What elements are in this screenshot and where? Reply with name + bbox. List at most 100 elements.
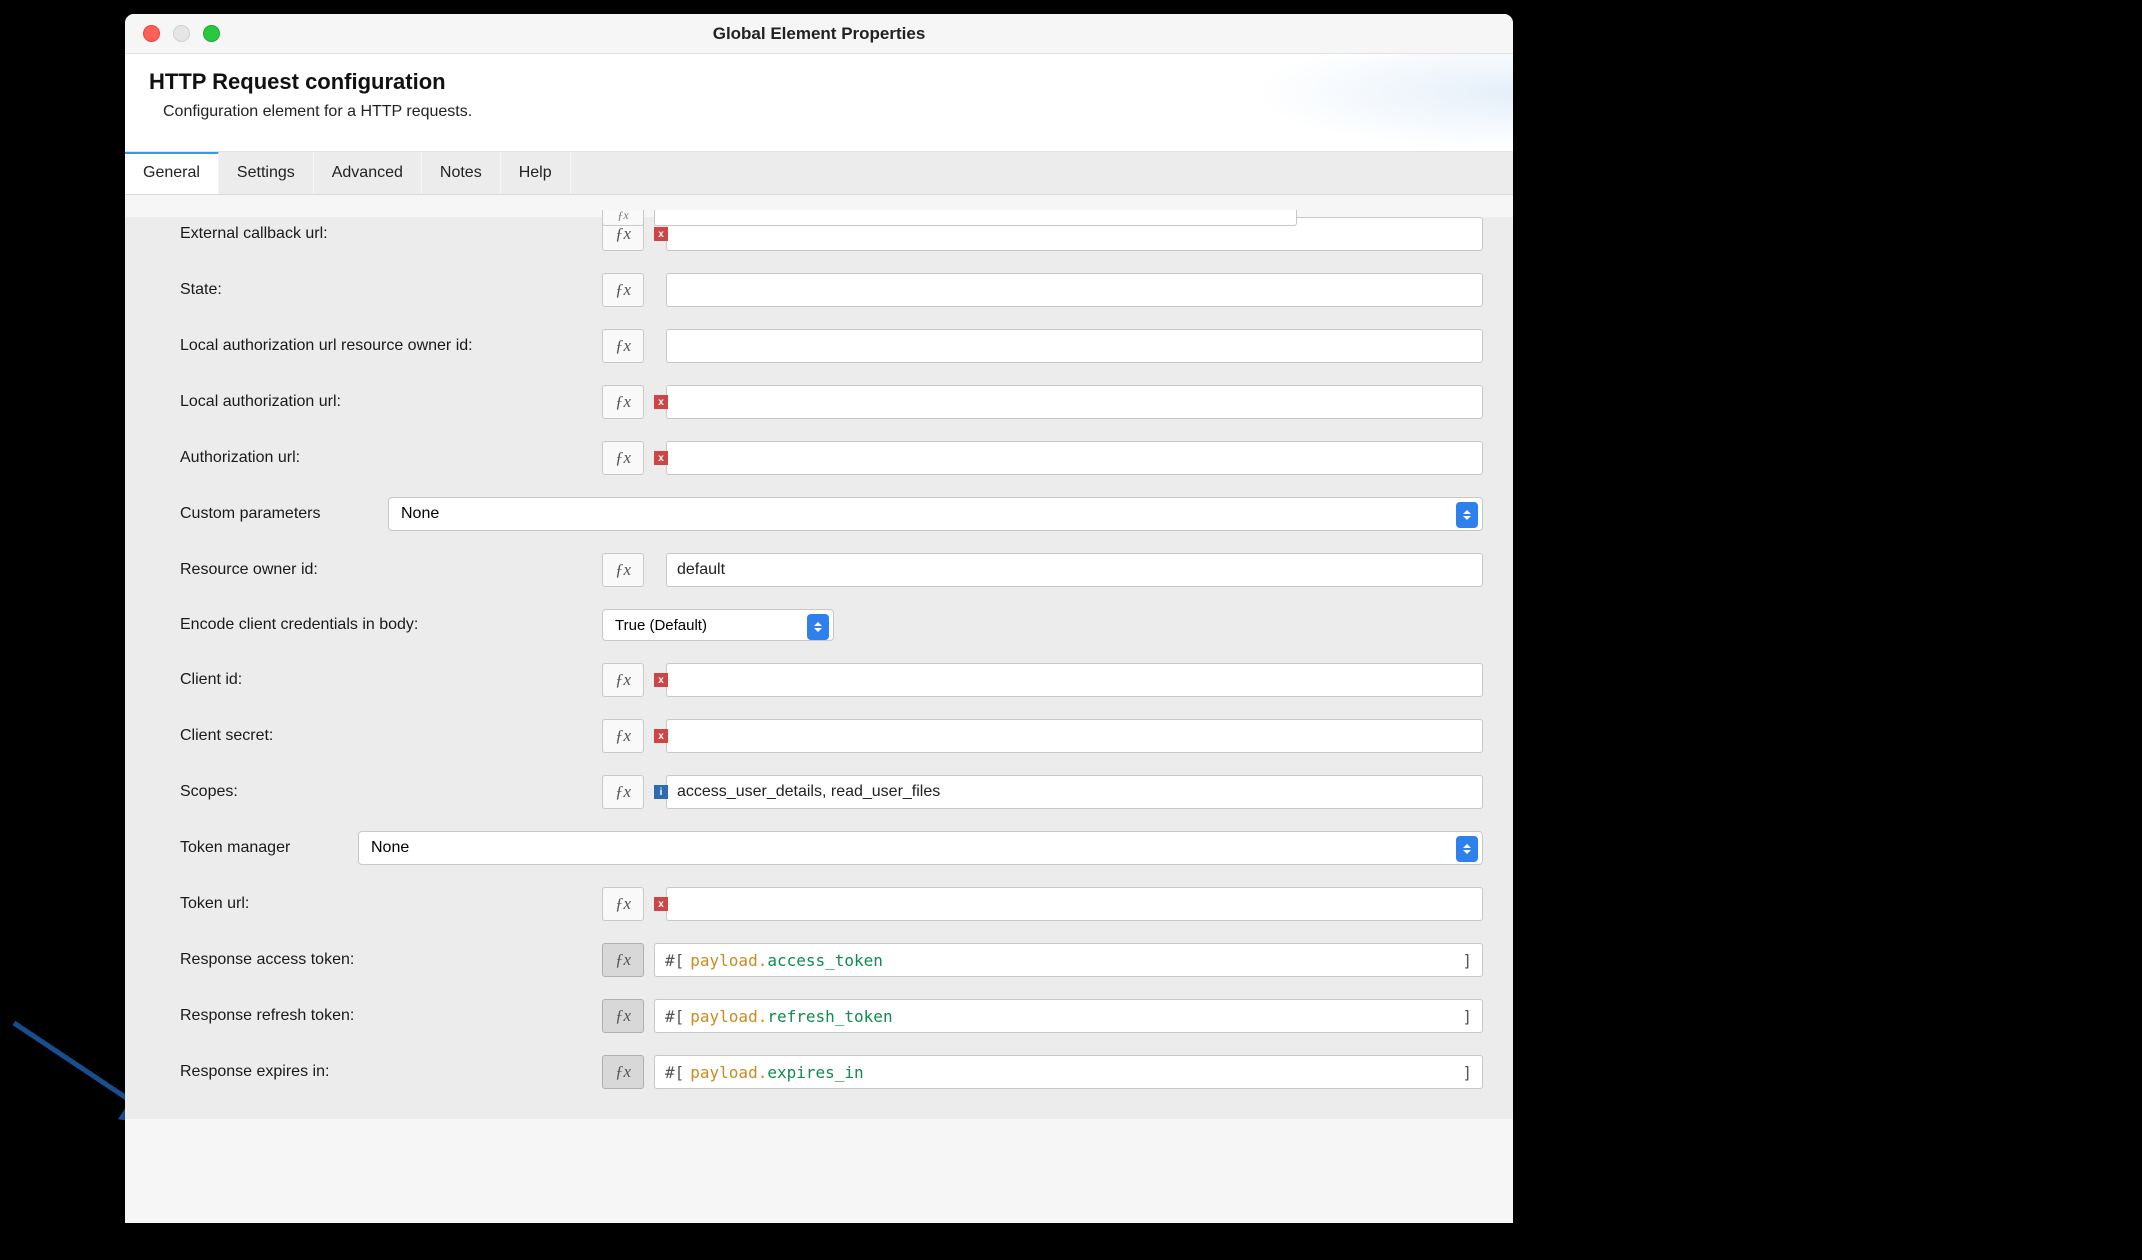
row-client-secret: Client secret: ƒx x — [180, 719, 1483, 753]
row-resource-owner-id: Resource owner id: ƒx — [180, 553, 1483, 587]
fx-button-partial[interactable]: ƒx — [602, 210, 644, 226]
select-value: None — [401, 505, 439, 523]
select-encode-client-creds[interactable]: True (Default) — [602, 609, 834, 641]
expr-obj: payload — [690, 951, 757, 970]
label-client-id: Client id: — [180, 671, 602, 689]
input-response-refresh-token[interactable]: #[ payload . refresh_token ] — [654, 999, 1483, 1033]
label-client-secret: Client secret: — [180, 727, 602, 745]
label-state: State: — [180, 281, 602, 299]
row-encode-client-creds: Encode client credentials in body: True … — [180, 609, 1483, 641]
label-local-auth-url: Local authorization url: — [180, 393, 602, 411]
expr-obj: payload — [690, 1063, 757, 1082]
input-token-url[interactable] — [666, 887, 1483, 921]
expr-prefix: #[ — [665, 1007, 684, 1026]
titlebar: Global Element Properties — [125, 14, 1513, 54]
error-icon: x — [654, 729, 668, 743]
row-scopes: Scopes: ƒx i — [180, 775, 1483, 809]
fx-button[interactable]: ƒx — [602, 775, 644, 809]
row-response-expires-in: Response expires in: ƒx #[ payload . exp… — [180, 1055, 1483, 1089]
expr-suffix: ] — [1462, 1007, 1472, 1026]
partial-input[interactable] — [654, 210, 1297, 226]
input-state[interactable] — [666, 273, 1483, 307]
error-icon: x — [654, 673, 668, 687]
fx-button[interactable]: ƒx — [602, 1055, 644, 1089]
zoom-window-button[interactable] — [203, 25, 220, 42]
row-response-access-token: Response access token: ƒx #[ payload . a… — [180, 943, 1483, 977]
label-response-refresh-token: Response refresh token: — [180, 1007, 602, 1025]
label-authorization-url: Authorization url: — [180, 449, 602, 467]
input-local-auth-url-owner[interactable] — [666, 329, 1483, 363]
input-response-expires-in[interactable]: #[ payload . expires_in ] — [654, 1055, 1483, 1089]
fx-button[interactable]: ƒx — [602, 385, 644, 419]
expr-dot: . — [758, 1007, 768, 1026]
row-client-id: Client id: ƒx x — [180, 663, 1483, 697]
fx-button[interactable]: ƒx — [602, 553, 644, 587]
expr-prop: refresh_token — [767, 1007, 892, 1026]
tab-general[interactable]: General — [125, 151, 219, 194]
error-icon: x — [654, 227, 668, 241]
chevron-updown-icon — [807, 614, 829, 640]
dialog-window: Global Element Properties HTTP Request c… — [125, 14, 1513, 1223]
row-token-manager: Token manager None — [180, 831, 1483, 865]
label-token-url: Token url: — [180, 895, 602, 913]
fx-button[interactable]: ƒx — [602, 441, 644, 475]
info-icon: i — [654, 785, 668, 799]
tab-settings[interactable]: Settings — [219, 152, 314, 194]
expr-prop: expires_in — [767, 1063, 863, 1082]
row-local-auth-url: Local authorization url: ƒx x — [180, 385, 1483, 419]
row-authorization-url: Authorization url: ƒx x — [180, 441, 1483, 475]
tab-notes[interactable]: Notes — [422, 152, 501, 194]
tab-help[interactable]: Help — [501, 152, 571, 194]
select-token-manager[interactable]: None — [358, 831, 1483, 865]
fx-button[interactable]: ƒx — [602, 273, 644, 307]
expr-obj: payload — [690, 1007, 757, 1026]
window-title: Global Element Properties — [713, 24, 926, 44]
label-custom-parameters: Custom parameters — [180, 505, 388, 523]
tab-advanced[interactable]: Advanced — [314, 152, 422, 194]
select-custom-parameters[interactable]: None — [388, 497, 1483, 531]
window-controls — [143, 25, 220, 42]
expr-suffix: ] — [1462, 951, 1472, 970]
row-state: State: ƒx — [180, 273, 1483, 307]
label-local-auth-url-owner: Local authorization url resource owner i… — [180, 337, 602, 355]
fx-button[interactable]: ƒx — [602, 329, 644, 363]
input-resource-owner-id[interactable] — [666, 553, 1483, 587]
chevron-updown-icon — [1456, 502, 1478, 528]
row-token-url: Token url: ƒx x — [180, 887, 1483, 921]
minimize-window-button[interactable] — [173, 25, 190, 42]
close-window-button[interactable] — [143, 25, 160, 42]
select-value: None — [371, 839, 409, 857]
form-panel: ƒx External callback url: ƒx x State: ƒx… — [125, 217, 1513, 1119]
input-authorization-url[interactable] — [666, 441, 1483, 475]
expr-dot: . — [758, 1063, 768, 1082]
chevron-updown-icon — [1456, 836, 1478, 862]
input-client-id[interactable] — [666, 663, 1483, 697]
label-encode-client-creds: Encode client credentials in body: — [180, 616, 602, 634]
error-icon: x — [654, 395, 668, 409]
fx-button[interactable]: ƒx — [602, 887, 644, 921]
expr-prefix: #[ — [665, 1063, 684, 1082]
page-subtitle: Configuration element for a HTTP request… — [149, 103, 1489, 121]
input-client-secret[interactable] — [666, 719, 1483, 753]
page-title: HTTP Request configuration — [149, 69, 1489, 95]
expr-prop: access_token — [767, 951, 883, 970]
error-icon: x — [654, 897, 668, 911]
input-response-access-token[interactable]: #[ payload . access_token ] — [654, 943, 1483, 977]
error-icon: x — [654, 451, 668, 465]
fx-button[interactable]: ƒx — [602, 943, 644, 977]
fx-button[interactable]: ƒx — [602, 999, 644, 1033]
fx-button[interactable]: ƒx — [602, 719, 644, 753]
fx-button[interactable]: ƒx — [602, 663, 644, 697]
expr-dot: . — [758, 951, 768, 970]
expr-prefix: #[ — [665, 951, 684, 970]
label-scopes: Scopes: — [180, 783, 602, 801]
dialog-header: HTTP Request configuration Configuration… — [125, 54, 1513, 152]
input-local-auth-url[interactable] — [666, 385, 1483, 419]
row-local-auth-url-owner: Local authorization url resource owner i… — [180, 329, 1483, 363]
expr-suffix: ] — [1462, 1063, 1472, 1082]
label-external-callback-url: External callback url: — [180, 225, 602, 243]
select-value: True (Default) — [615, 617, 707, 634]
label-resource-owner-id: Resource owner id: — [180, 561, 602, 579]
tab-bar: General Settings Advanced Notes Help — [125, 152, 1513, 195]
input-scopes[interactable] — [666, 775, 1483, 809]
